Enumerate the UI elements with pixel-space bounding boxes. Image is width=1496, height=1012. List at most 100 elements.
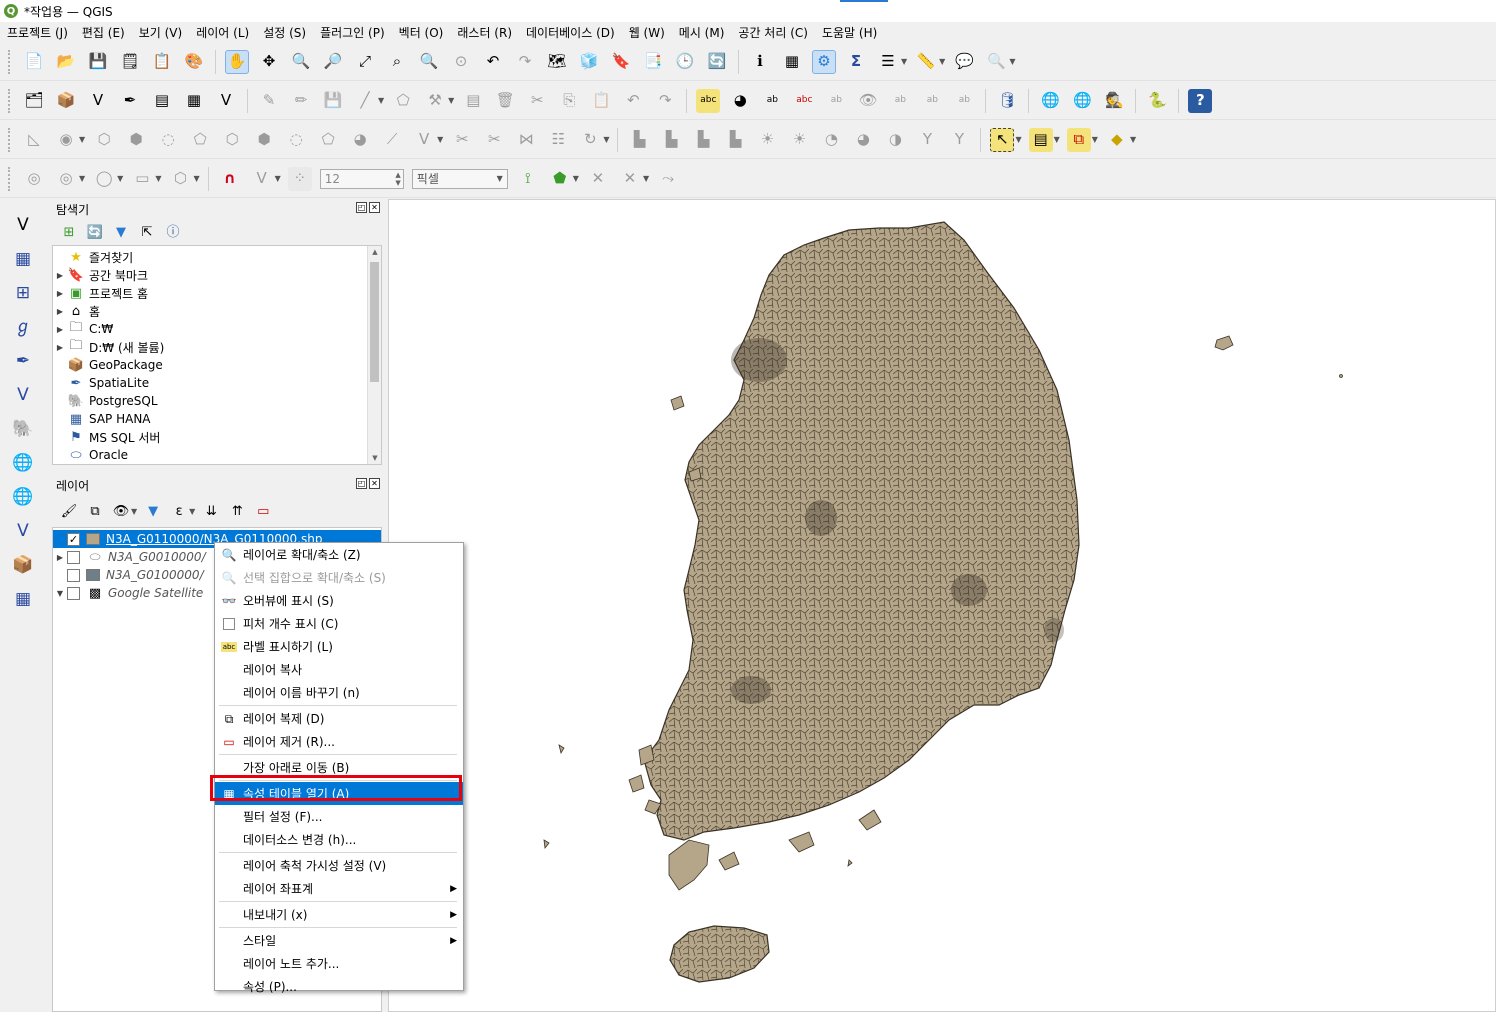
point-snap-icon[interactable]: ◎ [54,167,78,191]
digitize-icon[interactable]: ╱ [353,89,377,113]
tracing-icon[interactable]: ⤳ [656,167,680,191]
db-manager-icon[interactable]: 🛢 [995,89,1019,113]
dropdown-arrow-icon[interactable]: ▼ [155,174,161,183]
zoom-in-icon[interactable]: 🔍 [289,50,313,74]
menu-layer[interactable]: 레이어 (L) [189,24,256,41]
add-raster-layer-icon[interactable]: ▦ [182,89,206,113]
snap-units-combo[interactable]: 픽셀 ▼ [411,168,508,189]
snapping-magnet-icon[interactable]: ∩ [218,167,242,191]
label-show-icon[interactable]: ▙ [659,128,683,152]
dropdown-arrow-icon[interactable]: ▼ [378,96,384,105]
dropdown-arrow-icon[interactable]: ▼ [117,174,123,183]
add-wfs-layer-icon[interactable]: V [214,89,238,113]
line-icon[interactable]: ⟋ [380,128,404,152]
dropdown-arrow-icon[interactable]: ▼ [643,174,649,183]
filter-expression-icon[interactable]: ε [169,501,189,521]
paste-features-icon[interactable]: 📋 [589,89,613,113]
open-project-icon[interactable]: 📂 [54,50,78,74]
modify-attributes-icon[interactable]: ▤ [461,89,485,113]
menu-item-styles[interactable]: 스타일 ▶ [215,929,463,952]
float-panel-icon[interactable]: ◰ [356,478,367,489]
pan-to-selection-icon[interactable]: ✥ [257,50,281,74]
menu-item-show-feature-count[interactable]: 피처 개수 표시 (C) [215,612,463,635]
refresh-icon[interactable]: 🔄 [705,50,729,74]
collapse-all-icon[interactable]: ⇱ [137,222,157,242]
reshape-icon[interactable]: ⬡ [220,128,244,152]
zoom-selection-icon[interactable]: ⌕ [385,50,409,74]
expand-arrow-icon[interactable]: ▶ [53,271,67,280]
snap-tolerance-spinbox[interactable]: 12 ▲ ▼ [319,168,404,189]
expand-arrow-icon[interactable]: ▶ [53,343,67,352]
layer-visibility-checkbox[interactable]: ✓ [67,532,80,546]
show-bookmarks-icon[interactable]: 📑 [641,50,665,74]
fill-ring-icon[interactable]: ⬢ [124,128,148,152]
attribute-table-icon[interactable]: ▦ [780,50,804,74]
spy-icon[interactable]: 🕵 [1102,89,1126,113]
select-location-icon[interactable]: ◆ [1105,128,1129,152]
highlight-pinned-labels-icon[interactable]: ab [760,89,784,113]
browser-item-spatial-bookmarks[interactable]: ▶ 🔖 공간 북마크 [53,266,381,284]
vertex-icon[interactable]: V [412,128,436,152]
add-virtual-layer-icon[interactable]: ▤ [150,89,174,113]
merge-features-icon[interactable]: ⋈ [514,128,538,152]
scroll-down-icon[interactable]: ▼ [368,454,382,462]
info-icon[interactable]: ⓘ [163,222,183,242]
temporal-controller-icon[interactable]: 🕒 [673,50,697,74]
add-wfs-icon[interactable]: V [10,518,36,544]
add-delimited-text-icon[interactable]: ✒ [10,348,36,374]
menu-processing[interactable]: 공간 처리 (C) [731,24,815,41]
refresh-icon[interactable]: 🔄 [85,222,105,242]
current-edits-icon[interactable]: ✎ [257,89,281,113]
zoom-native-icon[interactable]: ⊙ [449,50,473,74]
spinbox-arrows-icon[interactable]: ▲ ▼ [395,171,400,187]
menu-item-add-layer-notes[interactable]: 레이어 노트 추가... [215,952,463,975]
menu-item-rename-layer[interactable]: 레이어 이름 바꾸기 (n) [215,681,463,704]
add-spatialite-icon[interactable]: V [10,382,36,408]
sun-icon[interactable]: ☀ [755,128,779,152]
browser-item-mssql[interactable]: ⚑ MS SQL 서버 [53,428,381,446]
new-3d-view-icon[interactable]: 🧊 [577,50,601,74]
vertex-tool-icon[interactable]: ⚒ [423,89,447,113]
pan-hand-icon[interactable]: ✋ [225,49,249,74]
statistics-sum-icon[interactable]: Σ [844,50,868,74]
menu-vector[interactable]: 벡터 (O) [392,24,451,41]
expand-arrow-icon[interactable]: ▶ [53,325,67,334]
menu-plugins[interactable]: 플러그인 (P) [313,24,392,41]
delete-selected-icon[interactable]: 🗑 [493,89,517,113]
open-table-icon[interactable]: ☰ [876,50,900,74]
identify-features-icon[interactable]: ℹ [748,50,772,74]
scrollbar-thumb[interactable] [370,262,379,382]
processing-toolbox-icon[interactable]: ⚙ [812,49,836,74]
avoid-overlap-icon[interactable]: ✕ [586,167,610,191]
self-snap-icon[interactable]: ✕ [618,167,642,191]
layer-visibility-checkbox[interactable] [67,586,80,600]
add-vector-layer-icon[interactable]: V [86,89,110,113]
menu-item-properties[interactable]: 속성 (P)... [215,975,463,998]
zoom-last-icon[interactable]: ↶ [481,50,505,74]
dropdown-arrow-icon[interactable]: ▼ [1009,57,1015,66]
add-polygon-icon[interactable]: ⬠ [391,89,415,113]
add-delimited-text-icon[interactable]: ✒ [118,89,142,113]
sun-change-icon[interactable]: ☀ [787,128,811,152]
expand-arrow-icon[interactable]: ▶ [53,553,67,562]
locator-search-icon[interactable]: 🔍 [984,50,1008,74]
shape-icon[interactable]: ◕ [348,128,372,152]
add-part-icon[interactable]: ⬡ [92,128,116,152]
zoom-next-icon[interactable]: ↷ [513,50,537,74]
expand-arrow-icon[interactable]: ▶ [53,289,67,298]
add-postgis-icon[interactable]: 🐘 [10,416,36,442]
circle-icon[interactable]: ◯ [92,167,116,191]
style-manager-icon[interactable]: 🎨 [182,50,206,74]
show-hide-labels-icon[interactable]: 👁 [856,89,880,113]
menu-item-zoom-to-layer[interactable]: 🔍 레이어로 확대/축소 (Z) [215,543,463,566]
new-project-icon[interactable]: 📄 [22,50,46,74]
snap-intersection-icon[interactable]: ⬟ [548,167,572,191]
dropdown-arrow-icon[interactable]: ▼ [1054,135,1060,144]
dropdown-arrow-icon[interactable]: ▼ [1130,135,1136,144]
add-vector-layer-icon[interactable]: V [10,212,36,238]
label-rotate-icon[interactable]: ▙ [723,128,747,152]
menu-help[interactable]: 도움말 (H) [815,24,884,41]
rectangle-icon[interactable]: ▭ [130,167,154,191]
expand-arrow-icon[interactable]: ▶ [53,307,67,316]
select-features-icon[interactable]: ↖ [990,127,1015,152]
